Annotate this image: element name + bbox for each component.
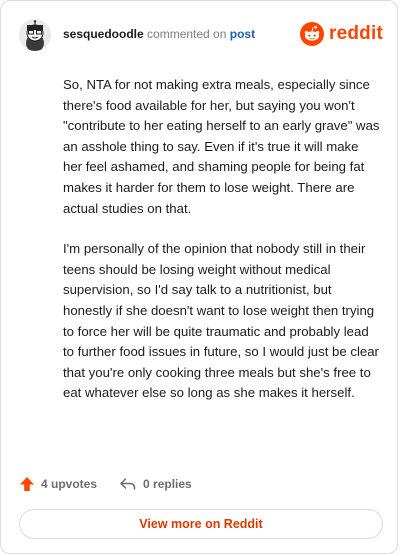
comment-paragraph-1: So, NTA for not making extra meals, espe… — [63, 77, 380, 216]
user-avatar[interactable] — [19, 19, 51, 51]
comment-body: So, NTA for not making extra meals, espe… — [63, 75, 381, 424]
comment-paragraph-2: I'm personally of the opinion that nobod… — [63, 241, 379, 401]
reply-count: 0 replies — [143, 477, 192, 491]
username-link[interactable]: sesquedoodle — [63, 27, 144, 41]
action-text: commented on — [147, 27, 227, 41]
view-more-button[interactable]: View more on Reddit — [19, 509, 383, 539]
snoo-avatar-icon — [19, 19, 51, 51]
reddit-brand[interactable]: reddit — [300, 21, 383, 47]
upvote-count: 4 upvotes — [41, 477, 98, 491]
embedded-comment-card: sesquedoodle commented on post reddit So… — [0, 0, 398, 554]
reply-action[interactable]: 0 replies — [119, 476, 192, 492]
comment-byline: sesquedoodle commented on post — [63, 27, 255, 41]
post-link[interactable]: post — [230, 27, 255, 41]
reddit-wordmark: reddit — [329, 23, 383, 44]
upvote-arrow-icon — [20, 477, 34, 491]
reddit-logo-icon — [300, 22, 325, 46]
comment-header: sesquedoodle commented on post reddit — [19, 17, 383, 53]
comment-actions: 4 upvotes 0 replies — [19, 473, 192, 495]
upvote-action[interactable]: 4 upvotes — [19, 476, 97, 492]
reply-arrow-icon — [120, 478, 136, 490]
